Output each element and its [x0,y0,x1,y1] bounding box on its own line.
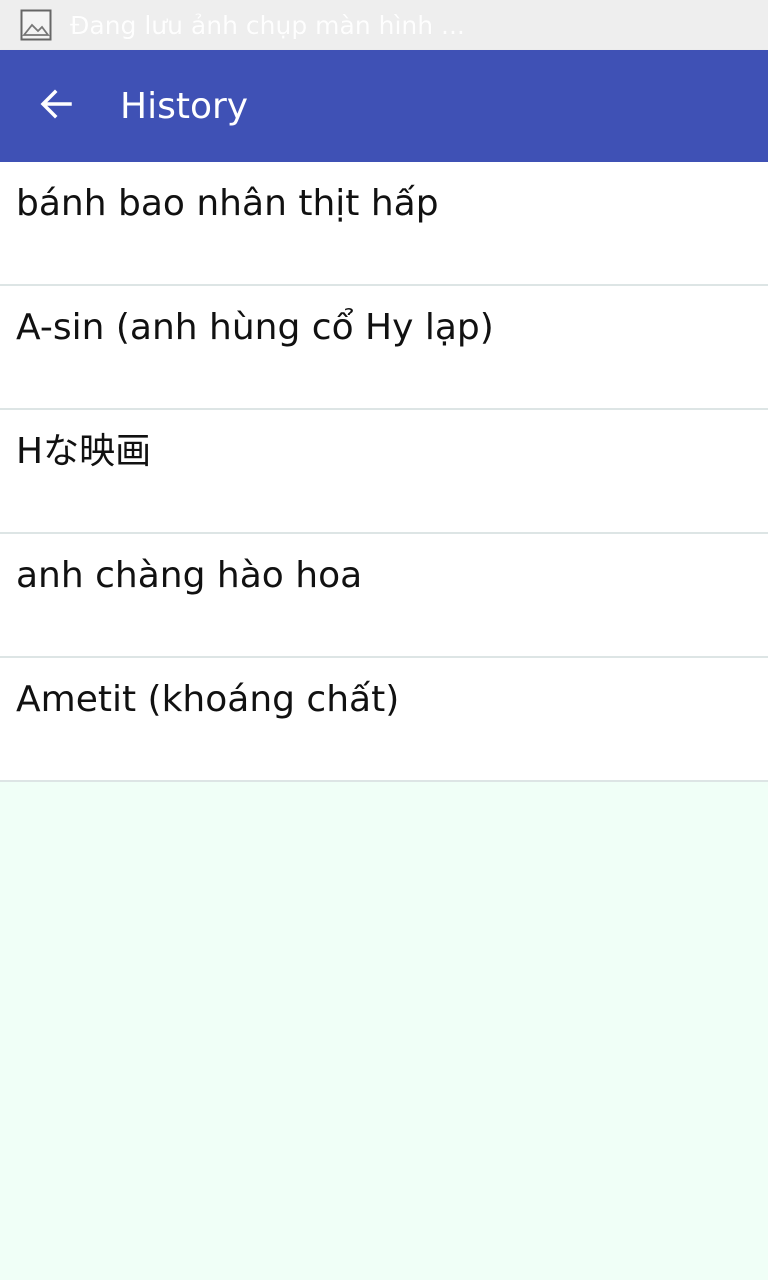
history-item[interactable]: Ametit (khoáng chất) [0,658,768,782]
back-button[interactable] [0,50,112,162]
status-notification-text: Đang lưu ảnh chụp màn hình ... [70,10,465,40]
history-item[interactable]: A-sin (anh hùng cổ Hy lạp) [0,286,768,410]
history-item[interactable]: bánh bao nhân thịt hấp [0,162,768,286]
status-bar: Đang lưu ảnh chụp màn hình ... [0,0,768,50]
page-title: History [120,85,249,127]
history-item[interactable]: anh chàng hào hoa [0,534,768,658]
arrow-left-icon [38,86,74,126]
history-item[interactable]: Hな映画 [0,410,768,534]
image-icon [20,9,52,41]
app-bar: History [0,50,768,162]
history-list: bánh bao nhân thịt hấp A-sin (anh hùng c… [0,162,768,782]
